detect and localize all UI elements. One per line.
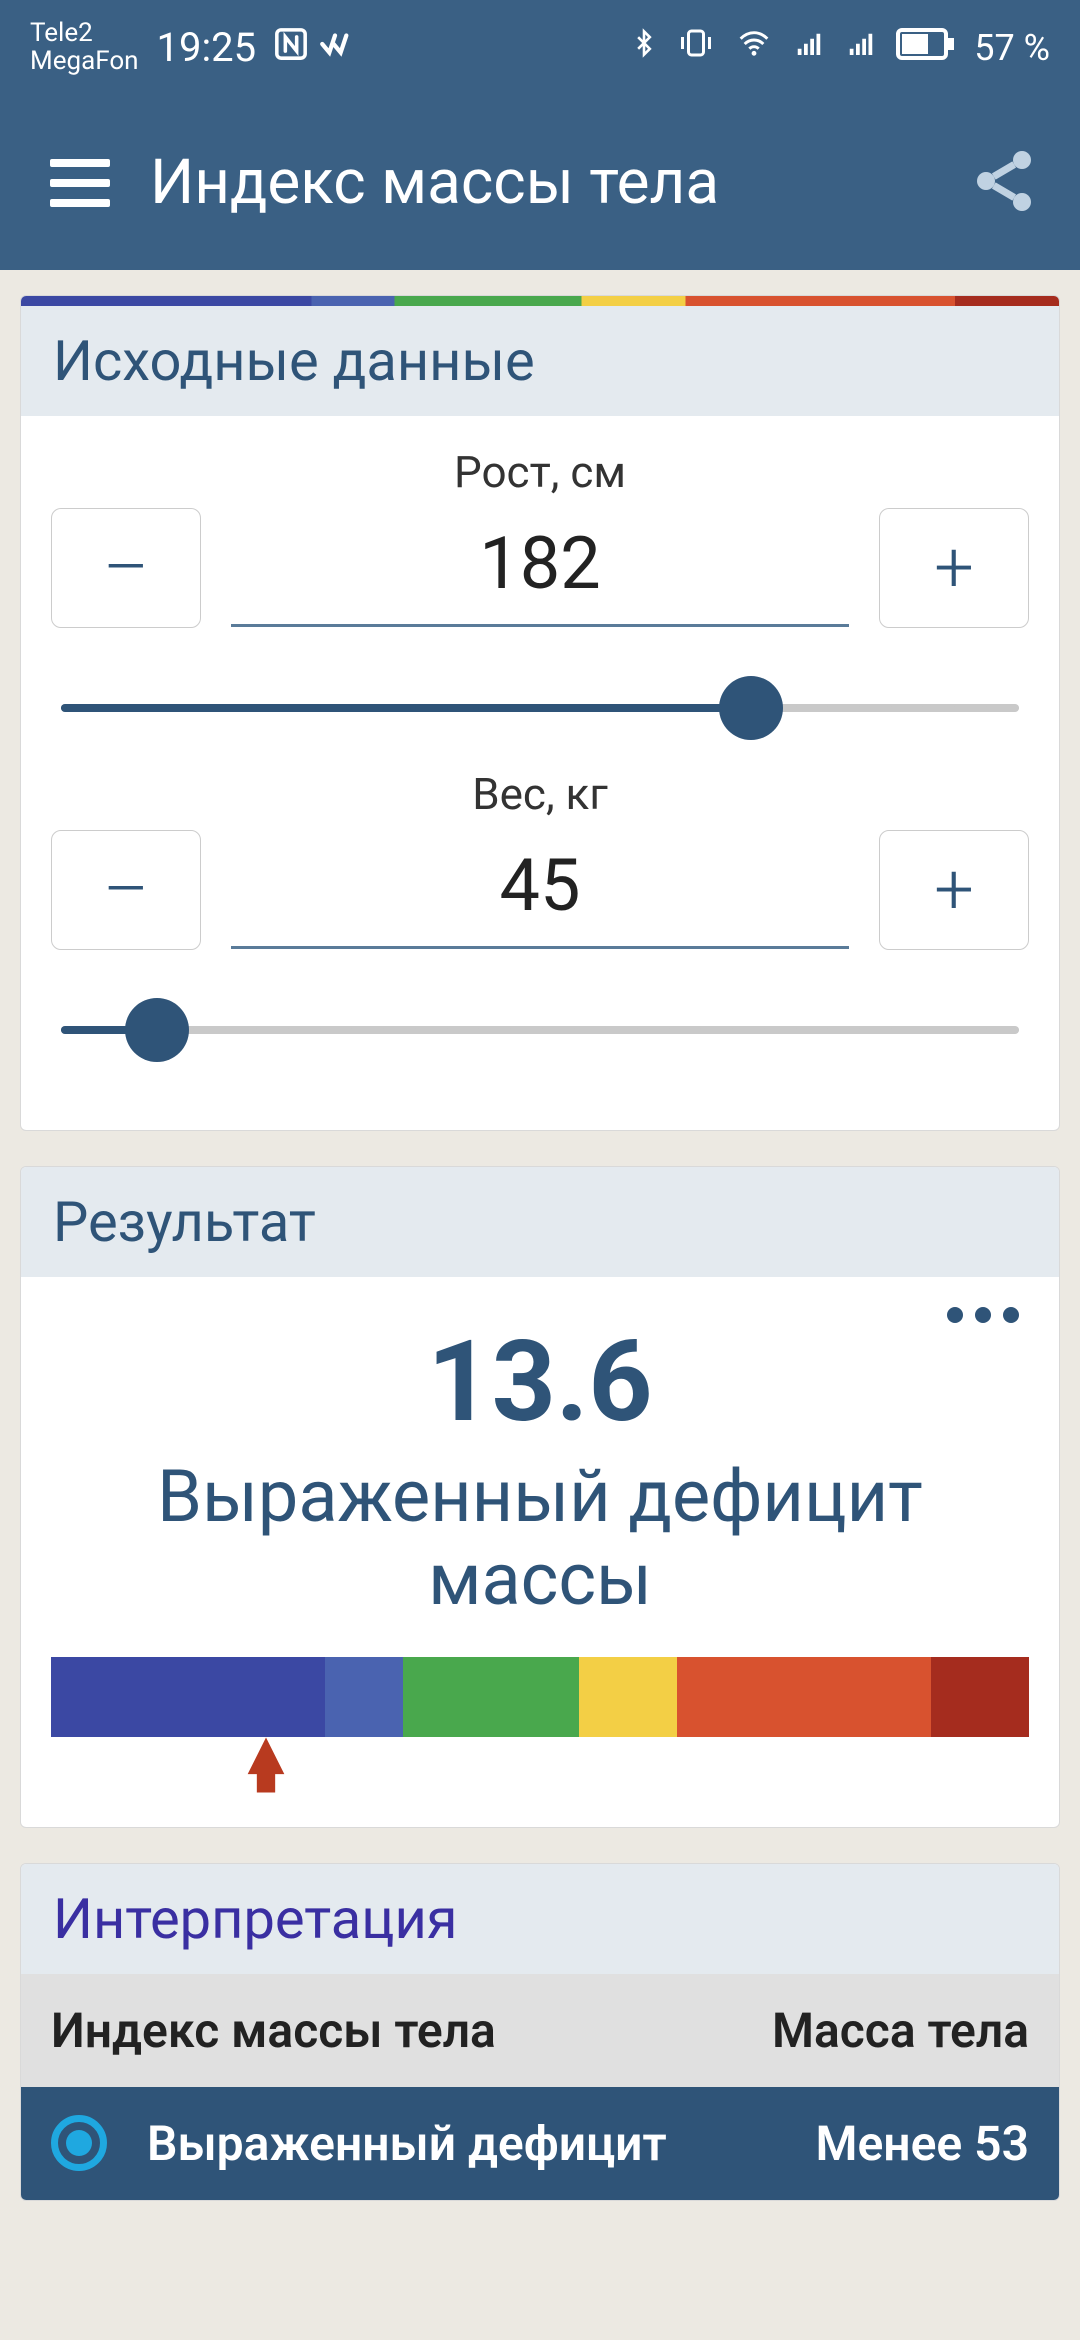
nfc-icon xyxy=(274,27,308,69)
interpretation-card: Интерпретация Индекс массы тела Масса те… xyxy=(20,1863,1060,2201)
page-title: Индекс массы тела xyxy=(150,146,928,219)
input-card: Исходные данные Рост, см – 182 + Вес, кг… xyxy=(20,295,1060,1131)
result-card: Результат 13.6 Выраженный дефицит массы xyxy=(20,1166,1060,1828)
interpretation-row-label: Выраженный дефицит xyxy=(147,2116,815,2171)
weight-minus-button[interactable]: – xyxy=(51,830,201,950)
signal-icon-2 xyxy=(844,27,878,69)
result-card-title: Результат xyxy=(21,1167,1059,1277)
height-value[interactable]: 182 xyxy=(231,509,849,627)
status-time: 19:25 xyxy=(157,24,257,71)
interpretation-col-mass: Масса тела xyxy=(772,2002,1029,2059)
vibrate-icon xyxy=(676,25,716,70)
status-carrier-2: MegaFon xyxy=(30,48,139,75)
height-minus-button[interactable]: – xyxy=(51,508,201,628)
battery-icon xyxy=(896,27,956,69)
height-plus-button[interactable]: + xyxy=(879,508,1029,628)
card-accent-line xyxy=(21,296,1059,306)
status-carrier-1: Tele2 xyxy=(30,20,139,47)
interpretation-row-value: Менее 53 xyxy=(815,2115,1029,2172)
weight-plus-button[interactable]: + xyxy=(879,830,1029,950)
app-bar: Индекс массы тела xyxy=(0,95,1080,270)
check-icon xyxy=(318,27,352,69)
weight-slider[interactable] xyxy=(61,990,1019,1070)
wifi-icon xyxy=(734,27,774,69)
weight-value[interactable]: 45 xyxy=(231,831,849,949)
interpretation-col-bmi: Индекс массы тела xyxy=(51,2002,772,2059)
result-more-button[interactable] xyxy=(947,1307,1019,1323)
status-bar: Tele2 MegaFon 19:25 xyxy=(0,0,1080,95)
interpretation-row-selected[interactable]: Выраженный дефицит Менее 53 xyxy=(21,2087,1059,2200)
status-battery-pct: 57 % xyxy=(974,27,1050,69)
interpretation-card-title: Интерпретация xyxy=(21,1864,1059,1974)
height-label: Рост, см xyxy=(51,446,1029,498)
bmi-value: 13.6 xyxy=(51,1317,1029,1448)
bluetooth-icon xyxy=(630,25,658,70)
share-button[interactable] xyxy=(968,145,1040,221)
bmi-scale xyxy=(51,1657,1029,1737)
bmi-category: Выраженный дефицит массы xyxy=(51,1456,1029,1622)
input-card-title: Исходные данные xyxy=(21,306,1059,416)
menu-button[interactable] xyxy=(50,159,110,207)
signal-icon-1 xyxy=(792,27,826,69)
height-slider[interactable] xyxy=(61,668,1019,748)
interpretation-table-header: Индекс массы тела Масса тела xyxy=(21,1974,1059,2087)
radio-selected-icon xyxy=(51,2115,107,2171)
bmi-scale-pointer-icon xyxy=(244,1737,288,1797)
weight-label: Вес, кг xyxy=(51,768,1029,820)
